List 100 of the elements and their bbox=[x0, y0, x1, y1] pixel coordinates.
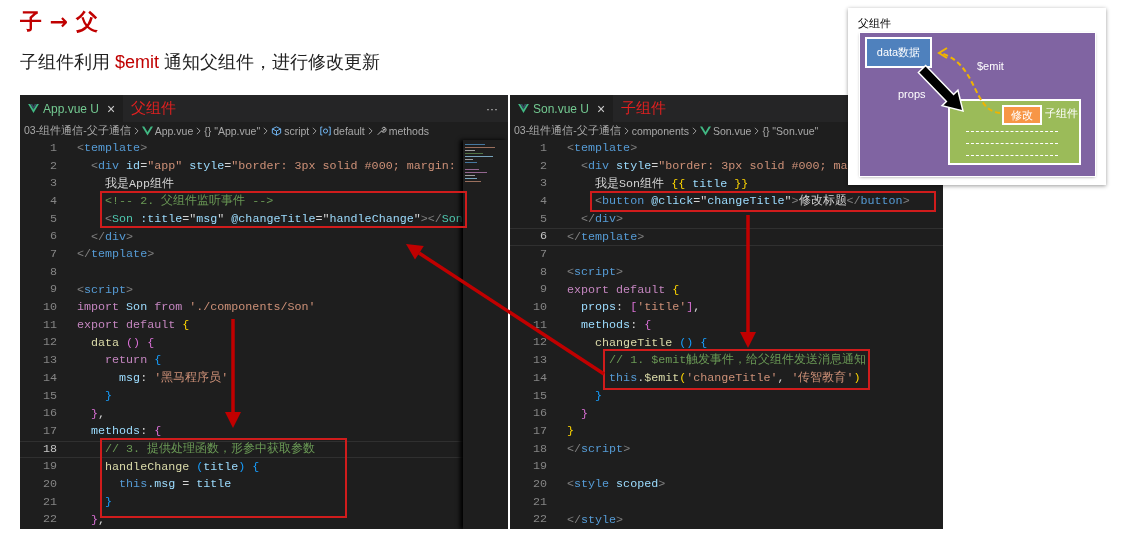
line-number: 8 bbox=[49, 263, 57, 281]
line-number: 5 bbox=[49, 210, 57, 228]
chevron-icon bbox=[312, 126, 318, 135]
code-line: <!-- 2. 父组件监听事件 --> bbox=[105, 194, 274, 210]
chevron-icon bbox=[623, 126, 629, 135]
line-number: 19 bbox=[531, 458, 547, 476]
line-number: 4 bbox=[49, 192, 57, 210]
line-number: 13 bbox=[41, 352, 57, 370]
line-number: 10 bbox=[41, 299, 57, 317]
data-box: data数据 bbox=[865, 37, 932, 68]
vue-logo-icon bbox=[699, 125, 711, 136]
line-number: 16 bbox=[41, 405, 57, 423]
line-number: 8 bbox=[539, 263, 547, 281]
line-number: 11 bbox=[41, 316, 57, 334]
line-number: 1 bbox=[49, 139, 57, 157]
vue-logo-icon bbox=[141, 125, 153, 136]
props-label: props bbox=[898, 88, 926, 100]
breadcrumb-item[interactable]: components bbox=[631, 124, 689, 137]
edit-box: 修改 bbox=[1002, 105, 1042, 125]
line-number: 20 bbox=[41, 475, 57, 493]
line-number: 6 bbox=[49, 228, 57, 246]
editor-tab[interactable]: App.vue U × bbox=[20, 95, 124, 122]
line-number: 19 bbox=[41, 458, 57, 476]
code-line: export default { bbox=[567, 282, 680, 298]
line-number: 7 bbox=[49, 246, 57, 263]
code-line: <div style="border: 3px solid #000; ma bbox=[581, 158, 848, 174]
breadcrumb-item[interactable]: methods bbox=[375, 124, 430, 137]
chevron-icon bbox=[263, 126, 269, 135]
breadcrumb-item[interactable]: default bbox=[320, 124, 365, 137]
line-number: 13 bbox=[531, 352, 547, 370]
code-line: 我是Son组件 {{ title }} bbox=[595, 176, 749, 192]
vue-logo-icon bbox=[518, 104, 529, 113]
line-number: 16 bbox=[531, 405, 547, 423]
subtitle: 子组件利用 $emit 通知父组件，进行修改更新 bbox=[20, 51, 381, 74]
chevron-icon bbox=[367, 126, 373, 135]
annotation-label: 子组件 bbox=[621, 99, 667, 118]
line-number: 22 bbox=[531, 511, 547, 529]
breadcrumb-item[interactable]: 03-组件通信-父子通信 bbox=[514, 123, 621, 138]
line-number: 17 bbox=[531, 422, 547, 440]
code-line: this.$emit('changeTitle', '传智教育') bbox=[609, 371, 861, 387]
chevron-icon bbox=[691, 126, 697, 135]
breadcrumb-item[interactable]: {} "Son.vue" bbox=[762, 124, 819, 137]
line-number: 5 bbox=[539, 210, 547, 228]
code-line: </style> bbox=[567, 512, 624, 528]
vue-logo-icon bbox=[28, 104, 39, 113]
code-line: props: ['title'], bbox=[581, 300, 701, 316]
line-number: 14 bbox=[531, 369, 547, 387]
emit-label: $emit bbox=[977, 60, 1004, 72]
code-line: <template> bbox=[567, 141, 638, 157]
code-line: } bbox=[581, 406, 589, 422]
annotation-label: 父组件 bbox=[131, 99, 177, 118]
code-line: <template> bbox=[77, 141, 148, 157]
code-line: <div id="app" style="border: 3px solid #000; margin: bbox=[91, 158, 456, 174]
line-number: 22 bbox=[41, 511, 57, 529]
code-line: handleChange (title) { bbox=[105, 459, 260, 475]
close-button[interactable]: × bbox=[107, 100, 116, 117]
line-number: 20 bbox=[531, 475, 547, 493]
code-line: <style scoped> bbox=[567, 477, 666, 493]
breadcrumb-item[interactable]: App.vue bbox=[141, 124, 194, 137]
line-number: 17 bbox=[41, 422, 57, 440]
code-line: }, bbox=[91, 512, 106, 528]
line-number: 1 bbox=[539, 139, 547, 157]
line-number: 2 bbox=[49, 157, 57, 175]
code-line: } bbox=[105, 388, 113, 404]
editor-tab[interactable]: Son.vue U × bbox=[510, 95, 614, 122]
close-button[interactable]: × bbox=[597, 100, 606, 117]
code-line: } bbox=[105, 494, 113, 510]
code-line: msg: '黑马程序员' bbox=[119, 371, 229, 387]
breadcrumb-item[interactable]: Son.vue bbox=[699, 124, 752, 137]
line-number: 3 bbox=[539, 175, 547, 193]
code-line: <script> bbox=[567, 265, 624, 281]
line-number: 7 bbox=[539, 246, 547, 263]
cube-icon bbox=[271, 125, 283, 136]
code-line: </div> bbox=[91, 229, 134, 245]
variable-icon bbox=[320, 125, 332, 136]
code-line: data () { bbox=[91, 335, 155, 351]
line-number: 21 bbox=[531, 493, 547, 511]
slide-title: 子 → 父 bbox=[20, 8, 98, 36]
chevron-icon bbox=[196, 126, 202, 135]
code-line: import Son from './components/Son' bbox=[77, 300, 316, 316]
breadcrumb-item[interactable]: script bbox=[271, 124, 310, 137]
line-number: 15 bbox=[531, 387, 547, 405]
code-line: // 3. 提供处理函数，形参中获取参数 bbox=[105, 441, 316, 457]
breadcrumb-item[interactable]: 03-组件通信-父子通信 bbox=[24, 123, 131, 138]
code-line: <Son :title="msg" @changeTitle="handleChange"></Son bbox=[105, 211, 463, 227]
more-actions-button[interactable]: ··· bbox=[486, 101, 498, 116]
code-line: }, bbox=[91, 406, 106, 422]
line-number: 12 bbox=[41, 334, 57, 352]
code-line: } bbox=[595, 388, 603, 404]
breadcrumb-item[interactable]: {} "App.vue" bbox=[204, 124, 261, 137]
code-line: this.msg = title bbox=[119, 477, 232, 493]
chevron-icon bbox=[133, 126, 139, 135]
line-number: 9 bbox=[49, 281, 57, 299]
line-number: 3 bbox=[49, 175, 57, 193]
code-line: </script> bbox=[567, 441, 631, 457]
code-line: // 1. $emit触发事件，给父组件发送消息通知 bbox=[609, 353, 867, 369]
line-number: 12 bbox=[531, 334, 547, 352]
child-label: 子组件 bbox=[1045, 107, 1078, 121]
wrench-icon bbox=[375, 125, 387, 136]
line-number: 11 bbox=[531, 316, 547, 334]
